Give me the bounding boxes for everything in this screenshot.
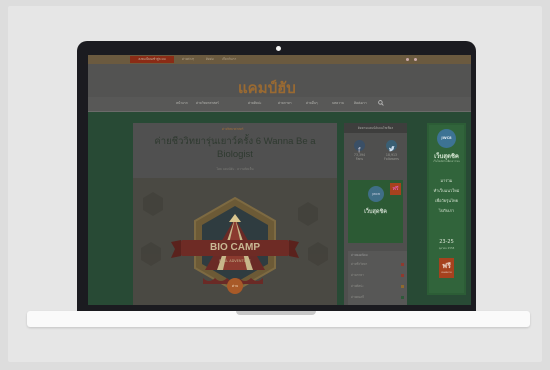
sidebar: ติดตามแคมป์ฮับบนโซเชียล f 73,394 Fans 18… — [344, 123, 407, 305]
nav-item[interactable]: หน้าแรก — [176, 101, 188, 106]
banner-date: 23-25 — [439, 239, 454, 245]
ad-logo: JWC8 — [368, 186, 384, 202]
ad-free-badge: ฟรี — [390, 183, 401, 195]
hero-logo: ค่าย — [231, 284, 239, 288]
list-heading: ค่ายยอดนิยม — [351, 253, 368, 257]
banner-month: ตุลาคม 2558 — [438, 247, 455, 250]
sidebar-heading: ติดตามแคมป์ฮับบนโซเชียล — [344, 123, 407, 133]
ad-headline: เว็บสุดชิค — [364, 209, 387, 215]
popular-list: ค่ายยอดนิยม ค่ายชีววิทยา ค่ายภาษา ค่ายศิ… — [348, 251, 407, 305]
topbar-link[interactable]: ค่ายต่างๆ — [182, 56, 194, 63]
banner-panel: JWC8 เว็บสุดชิค เว็บไซต์ค่ายเพื่อเยาวชน … — [429, 125, 464, 293]
camera-icon — [276, 46, 281, 51]
list-item[interactable]: ค่ายภาษา — [351, 273, 364, 278]
banner-text: เพื่อวัยรุ่นไทย — [435, 198, 458, 203]
topbar-link[interactable]: ติดต่อ — [206, 56, 214, 63]
list-item[interactable]: ค่ายชีววิทยา — [351, 262, 367, 267]
site-header: แคมป์ฮับ ค่ายเยาวชนรวมทุกค่ายที่ดีทั่วปร… — [88, 64, 471, 101]
nav-item[interactable]: ค่ายวิทยาศาสตร์ — [196, 101, 219, 106]
topbar-link[interactable]: เกี่ยวกับเรา — [222, 56, 236, 63]
nav-item[interactable]: ติดต่อเรา — [354, 101, 367, 106]
list-item[interactable]: ค่ายดนตรี — [351, 295, 364, 300]
nav-item[interactable]: ค่ายศิลปะ — [248, 101, 262, 106]
twitter-widget[interactable]: 18,913 Followers — [376, 136, 407, 161]
banner-logo: JWC8 — [437, 129, 456, 148]
facebook-label: Fans — [355, 157, 364, 161]
facebook-widget[interactable]: f 73,394 Fans — [344, 136, 375, 161]
hero-ribbon: REAL ADVENTURE — [219, 259, 251, 263]
social-icon[interactable] — [414, 58, 417, 61]
nav-item[interactable]: ค่ายอื่นๆ — [306, 101, 318, 106]
nav-item[interactable]: บทความ — [332, 101, 344, 106]
post-meta: โดย แคมป์ฮับ · ความคิดเห็น — [216, 167, 254, 171]
site-topbar: ลงทะเบียนเข้าสู่ระบบ ค่ายต่างๆ ติดต่อ เก… — [88, 55, 471, 64]
post-title-line: Biologist — [217, 149, 253, 160]
facebook-icon[interactable]: f — [354, 140, 365, 155]
twitter-label: Followers — [384, 157, 399, 161]
list-marker — [401, 296, 404, 299]
post-title-line: ค่ายชีววิทยารุ่นเยาว์ครั้ง 6 Wanna Be a — [154, 136, 316, 147]
post-category[interactable]: ค่ายวิทยาศาสตร์ — [222, 127, 244, 132]
list-item[interactable]: ค่ายศิลปะ — [351, 284, 364, 289]
nav-item[interactable]: ค่ายภาษา — [278, 101, 292, 106]
banner-free-badge: ฟรี ตลอดงาน — [439, 258, 454, 278]
list-marker — [401, 274, 404, 277]
social-icon[interactable] — [406, 58, 409, 61]
login-button[interactable]: ลงทะเบียนเข้าสู่ระบบ — [130, 56, 174, 63]
post-title[interactable]: ค่ายชีววิทยารุ่นเยาว์ครั้ง 6 Wanna Be a … — [133, 135, 337, 161]
right-banner-ad[interactable]: JWC8 เว็บสุดชิค เว็บไซต์ค่ายเพื่อเยาวชน … — [427, 123, 466, 295]
banner-text: ไปกับเรา — [438, 208, 455, 213]
laptop-screen: ลงทะเบียนเข้าสู่ระบบ ค่ายต่างๆ ติดต่อ เก… — [88, 55, 471, 305]
laptop-notch — [236, 311, 316, 315]
banner-text: ทำเว็บแนวใหม่ — [433, 188, 460, 193]
hero-title: BIO CAMP — [210, 242, 260, 253]
post-hero-image[interactable]: BIO CAMP REAL ADVENTURE ค่าย — [133, 178, 337, 305]
post-card: ค่ายวิทยาศาสตร์ ค่ายชีววิทยารุ่นเยาว์ครั… — [133, 123, 337, 305]
banner-free-sub: ตลอดงาน — [441, 271, 452, 274]
sidebar-ad[interactable]: JWC8 เว็บสุดชิค ฟรี — [348, 180, 403, 243]
list-marker — [401, 285, 404, 288]
search-icon[interactable] — [378, 100, 384, 107]
banner-text: มาร่วม — [440, 178, 453, 183]
twitter-icon[interactable] — [386, 140, 397, 152]
list-marker — [401, 263, 404, 266]
banner-subhead: เว็บไซต์ค่ายเพื่อเยาวชน — [433, 160, 460, 163]
main-nav: หน้าแรก ค่ายวิทยาศาสตร์ ค่ายศิลปะ ค่ายภา… — [88, 97, 471, 112]
